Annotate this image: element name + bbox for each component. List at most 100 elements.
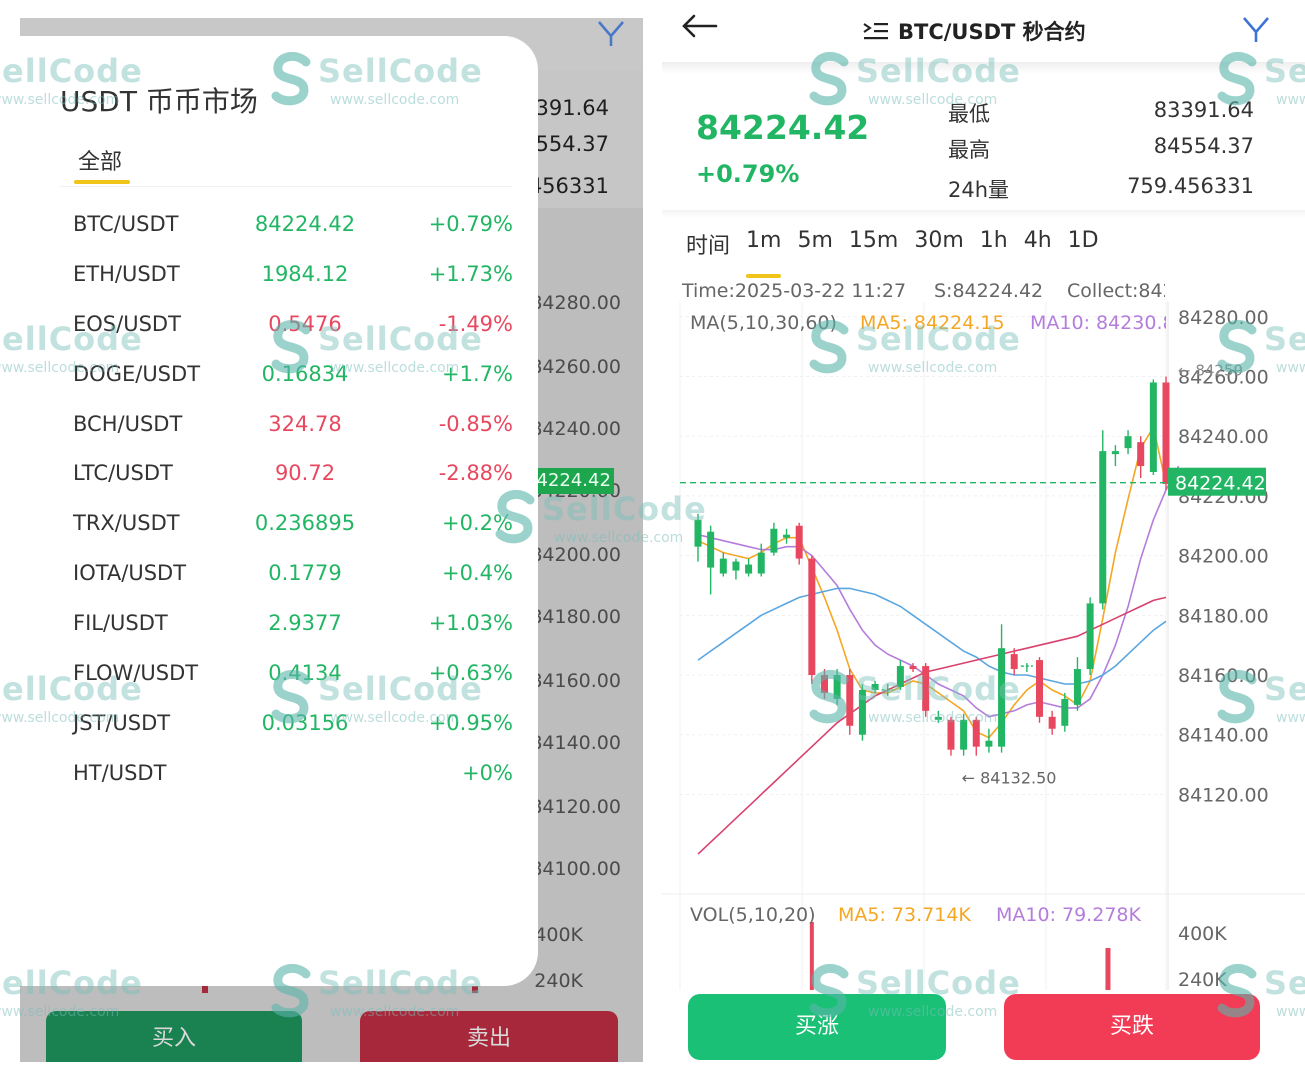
kline-chart[interactable]: 84280.00 84260.00 84240.00 84220.00 84200.00… [662,272,1305,992]
min-price-label: ← 84132.50 [962,769,1057,788]
dimmed-axis-tick: 84140.00 [530,732,621,754]
market-pair: BTC/USDT [73,212,179,236]
stat-high: 最高 84554.37 [948,134,1254,164]
market-row[interactable]: ETH/USDT 1984.12 +1.73% [20,258,538,308]
candle-body [783,534,791,538]
candle-body [707,531,715,568]
market-price: 0.236895 [254,511,356,536]
candle-body [934,716,942,720]
chart-collect: Collect:842 [1067,280,1165,302]
interval-tab[interactable]: 时间 [686,228,730,268]
candle-body [896,666,904,687]
interval-tab[interactable]: 1h [980,228,1008,268]
market-row[interactable]: IOTA/USDT 0.1779 +0.4% [20,557,538,607]
market-change: +0.2% [442,511,513,536]
candle-body [985,740,993,747]
candle-body [858,689,866,735]
candle-body [1111,451,1119,455]
buy-down-button[interactable]: 买跌 [1004,994,1260,1060]
market-change: +1.73% [428,261,513,286]
dimmed-axis-tick: 84240.00 [530,418,621,440]
volume-bar [1105,948,1111,992]
market-row[interactable]: LTC/USDT 90.72 -2.88% [20,457,538,507]
candle-body [808,558,816,676]
candle-body [947,719,955,750]
candle-body [719,558,727,574]
market-price: 2.9377 [268,611,342,636]
header: BTC/USDT 秒合约 [662,0,1305,62]
market-row[interactable]: BTC/USDT 84224.42 +0.79% [20,208,538,258]
title-wrap[interactable]: BTC/USDT 秒合约 [862,14,1086,48]
change-percent: +0.79% [696,160,800,188]
candle-body [732,561,740,571]
vol-ma5: MA5: 73.714K [838,904,971,926]
dimmed-axis-tick: 84120.00 [530,796,621,818]
ma-line-ma30 [697,587,1167,685]
y-axis-tick: 84200.00 [1178,546,1269,568]
dimmed-axis-tick: 84160.00 [530,670,621,692]
market-price: 0.5476 [268,311,342,336]
dimmed-axis-tick: 84280.00 [530,292,621,314]
market-row[interactable]: JST/USDT 0.03156 +0.95% [20,707,538,757]
stat-low-label: 最低 [948,102,990,126]
dimmed-axis-tick: 84180.00 [530,606,621,628]
market-price: 84224.42 [254,212,356,236]
candle-body [833,675,841,699]
dimmed-sell-button: 卖出 [360,1011,618,1062]
interval-tab[interactable]: 1D [1068,228,1099,268]
market-row[interactable]: FIL/USDT 2.9377 +1.03% [20,607,538,657]
market-row[interactable]: EOS/USDT 0.5476 -1.49% [20,308,538,358]
market-change: -1.49% [438,311,513,336]
market-row[interactable]: FLOW/USDT 0.4134 +0.63% [20,657,538,707]
interval-tab[interactable]: 1m [746,228,782,278]
candle-body [846,675,854,726]
back-arrow-icon[interactable] [678,8,722,44]
interval-tab[interactable]: 15m [849,228,898,268]
y-axis-tick: 84240.00 [1178,426,1269,448]
stats-divider [662,210,1305,218]
candle-body [745,564,753,574]
kline-svg: 84280.0084260.0084240.0084220.0084200.00… [662,302,1305,992]
stat-low: 最低 83391.64 [948,98,1254,128]
market-row[interactable]: BCH/USDT 324.78 -0.85% [20,408,538,458]
market-row[interactable]: HT/USDT +0% [20,757,538,807]
interval-tab[interactable]: 5m [797,228,832,268]
market-pair: LTC/USDT [73,461,173,486]
buy-up-button[interactable]: 买涨 [688,994,946,1060]
market-row[interactable]: TRX/USDT 0.236895 +0.2% [20,507,538,557]
market-pair: BCH/USDT [73,411,183,436]
vol-ma10: MA10: 79.278K [996,904,1141,926]
market-change: +0.4% [442,561,513,586]
candle-body [1048,716,1056,729]
tab-all[interactable]: 全部 [78,144,122,176]
chart-time: Time:2025-03-22 11:27 [682,280,907,302]
market-pair: TRX/USDT [73,511,180,536]
candle-body [694,519,702,547]
market-price: 324.78 [268,411,342,436]
market-pair: FIL/USDT [73,611,168,636]
stat-volume: 24h量 759.456331 [948,174,1254,204]
market-price: 0.1779 [268,561,342,586]
interval-tab[interactable]: 4h [1024,228,1052,268]
filter-icon[interactable] [1241,14,1271,44]
left-screen: 83391.64 84554.37 759.456331 84280.00 84… [20,18,643,1062]
chart-s-value: S:84224.42 [934,280,1044,302]
dimmed-vol-tick: 240K [534,970,583,992]
interval-tab[interactable]: 30m [914,228,963,268]
header-shadow [662,62,1305,74]
candle-body [1073,669,1081,705]
market-row[interactable]: DOGE/USDT 0.16834 +1.7% [20,358,538,408]
candle-body [1036,660,1044,717]
candle-body [909,666,917,670]
filter-icon [598,21,624,46]
candle-body [998,648,1006,747]
market-list: BTC/USDT 84224.42 +0.79% ETH/USDT 1984.12 +1.… [20,208,538,807]
ma5-value: MA5: 84224.15 [860,312,1005,334]
y-axis-tick: 84180.00 [1178,605,1269,627]
ma-line-ma5 [697,425,1167,739]
candle-body [972,719,980,747]
y-axis-tick: 84160.00 [1178,665,1269,687]
tab-all-underline [74,180,130,184]
candle-body [1061,698,1069,726]
max-price-label: ← 84259 [1178,361,1243,379]
